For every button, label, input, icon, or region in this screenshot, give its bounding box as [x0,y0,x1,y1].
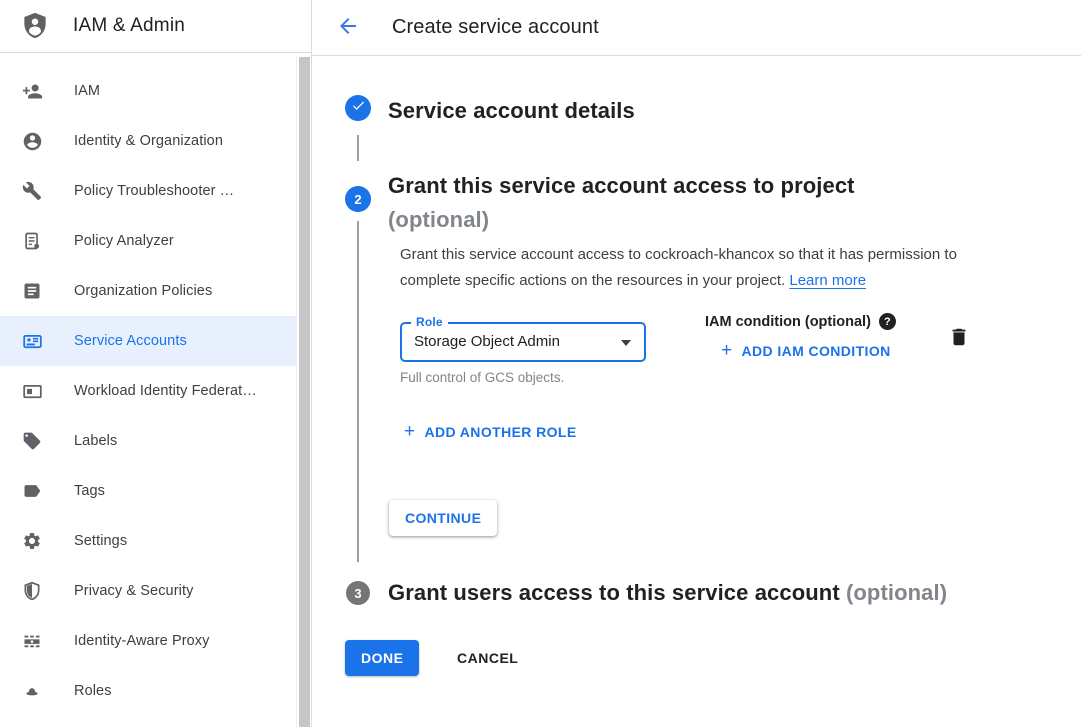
sidebar-item-label: Privacy & Security [74,583,193,599]
policy-analyzer-icon [21,230,43,252]
sidebar-item-label: Policy Analyzer [74,233,174,249]
add-another-role-button[interactable]: + ADD ANOTHER ROLE [404,423,577,441]
sidebar-item-policy-analyzer[interactable]: Policy Analyzer [0,216,296,266]
sidebar-item-identity-organization[interactable]: Identity & Organization [0,116,296,166]
sidebar-item-identity-aware-proxy[interactable]: Identity-Aware Proxy [0,616,296,666]
add-another-role-label: ADD ANOTHER ROLE [425,424,577,440]
sidebar-item-label: Workload Identity Federat… [74,383,257,399]
sidebar-scrollbar-track [296,57,311,727]
step-connector [357,221,359,562]
step2-number-badge: 2 [345,186,371,212]
sidebar-item-label: Tags [74,483,105,499]
help-icon[interactable]: ? [879,313,896,330]
sidebar-item-label: IAM [74,83,100,99]
sidebar-item-label: Labels [74,433,117,449]
add-iam-condition-label: ADD IAM CONDITION [742,343,891,359]
sidebar-item-settings[interactable]: Settings [0,516,296,566]
arrow-back-icon [336,14,360,41]
plus-icon: + [404,423,416,441]
sidebar-item-privacy-security[interactable]: Privacy & Security [0,566,296,616]
sidebar-item-workload-identity-federation[interactable]: Workload Identity Federat… [0,366,296,416]
page-header: Create service account [312,0,1081,56]
iam-admin-app: IAM & Admin IAM Identity & Organization … [0,0,1081,727]
continue-button[interactable]: CONTINUE [389,500,497,536]
proxy-icon [21,630,43,652]
page-title: Create service account [392,16,599,39]
account-circle-icon [21,130,43,152]
step2-optional-label: (optional) [388,203,855,237]
step2-description: Grant this service account access to coc… [400,242,998,293]
service-account-badge-icon [21,330,43,352]
back-button[interactable] [335,15,361,41]
role-selected-value: Storage Object Admin [414,333,560,350]
step3-number-badge: 3 [346,581,370,605]
check-icon [351,98,366,118]
wrench-icon [21,180,43,202]
sidebar-item-service-accounts[interactable]: Service Accounts [0,316,296,366]
sidebar-item-label: Identity & Organization [74,133,223,149]
gear-icon [21,530,43,552]
document-lines-icon [21,280,43,302]
sidebar: IAM & Admin IAM Identity & Organization … [0,0,312,727]
tag-icon [21,430,43,452]
sidebar-nav: IAM Identity & Organization Policy Troub… [0,66,311,716]
shield-icon [21,580,43,602]
step-connector [357,135,359,161]
step3-title: Grant users access to this service accou… [388,580,947,606]
learn-more-link[interactable]: Learn more [789,272,866,289]
sidebar-item-iam[interactable]: IAM [0,66,296,116]
step3-optional-label: (optional) [846,580,947,605]
iam-condition-label: IAM condition (optional) ? [705,313,896,330]
iam-admin-shield-icon [20,9,50,43]
hat-icon [21,680,43,702]
id-card-icon [21,380,43,402]
label-arrow-icon [21,480,43,502]
plus-icon: + [721,342,733,360]
sidebar-item-label: Identity-Aware Proxy [74,633,210,649]
sidebar-item-label: Settings [74,533,127,549]
dropdown-caret-icon [621,340,631,346]
person-add-icon [21,80,43,102]
sidebar-item-tags[interactable]: Tags [0,466,296,516]
step1-title: Service account details [388,98,635,124]
done-button[interactable]: DONE [345,640,419,676]
step2-title: Grant this service account access to pro… [388,169,855,237]
main-content: Create service account Service account d… [312,0,1081,727]
role-field-label: Role [411,315,448,329]
app-title: IAM & Admin [73,15,185,37]
step3-number: 3 [354,586,361,601]
sidebar-item-label: Organization Policies [74,283,212,299]
sidebar-item-roles[interactable]: Roles [0,666,296,716]
step2-description-text: Grant this service account access to coc… [400,246,957,289]
sidebar-item-label: Roles [74,683,112,699]
step3-title-text: Grant users access to this service accou… [388,580,840,605]
step1-complete-badge [345,95,371,121]
delete-role-button[interactable] [946,325,972,351]
step2-number: 2 [354,192,361,207]
cancel-button[interactable]: CANCEL [443,640,532,676]
iam-condition-label-text: IAM condition (optional) [705,314,871,330]
step2-title-text: Grant this service account access to pro… [388,173,855,198]
role-helper-text: Full control of GCS objects. [400,370,564,385]
sidebar-item-label: Service Accounts [74,333,187,349]
sidebar-item-labels[interactable]: Labels [0,416,296,466]
sidebar-header: IAM & Admin [0,0,311,53]
role-select[interactable]: Role Storage Object Admin [400,322,646,362]
sidebar-scrollbar-thumb[interactable] [299,57,310,727]
sidebar-item-organization-policies[interactable]: Organization Policies [0,266,296,316]
sidebar-item-policy-troubleshooter[interactable]: Policy Troubleshooter … [0,166,296,216]
add-iam-condition-button[interactable]: + ADD IAM CONDITION [721,342,891,360]
trash-icon [948,337,970,352]
sidebar-item-label: Policy Troubleshooter … [74,183,234,199]
